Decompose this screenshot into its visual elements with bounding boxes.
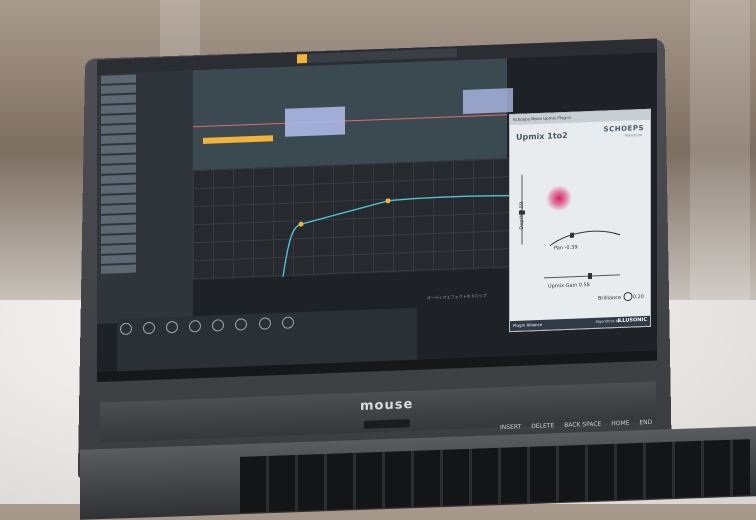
plugin-window[interactable]: Schoeps Mono Upmix Plug-in Upmix 1to2 SC…	[509, 108, 651, 333]
knob[interactable]	[189, 319, 202, 333]
brilliance-value: 0.20	[632, 293, 644, 301]
knob[interactable]	[143, 321, 156, 335]
key-label[interactable]: HOME	[611, 420, 629, 428]
pan-slider-thumb[interactable]	[570, 232, 574, 238]
gain-slider-thumb[interactable]	[588, 272, 592, 280]
background-pillar	[690, 0, 750, 320]
arrangement-view[interactable]	[193, 58, 513, 171]
knob[interactable]	[258, 317, 271, 330]
brilliance-text: Brilliance	[598, 294, 622, 302]
knob[interactable]	[281, 316, 294, 329]
footer-brand: ILLUSONIC	[617, 316, 647, 325]
laptop-screen: オーディオエフェクトをドロップ Schoeps Mono Upmix Plug-…	[97, 38, 657, 382]
daw-browser[interactable]	[97, 70, 193, 325]
knob[interactable]	[166, 320, 179, 334]
knob[interactable]	[212, 319, 225, 332]
knob[interactable]	[120, 322, 132, 336]
pan-label: Pan -0.39	[554, 244, 578, 252]
key-label[interactable]: BACK SPACE	[564, 421, 601, 429]
key-label[interactable]: INSERT	[500, 423, 521, 431]
depth-label: Depth 0.59	[518, 201, 525, 230]
eq-node[interactable]	[298, 221, 304, 227]
key-label[interactable]: END	[639, 419, 652, 426]
eq-node[interactable]	[385, 198, 391, 204]
knob[interactable]	[235, 318, 248, 331]
photo-scene: オーディオエフェクトをドロップ Schoeps Mono Upmix Plug-…	[0, 0, 756, 520]
footer-vendor: Plugin Alliance	[513, 321, 543, 329]
audio-clip[interactable]	[463, 88, 513, 114]
laptop-logo: mouse	[360, 396, 414, 415]
audio-clip[interactable]	[285, 106, 345, 137]
automation-line	[193, 114, 507, 128]
key-label[interactable]: DELETE	[531, 422, 554, 430]
drop-hint: オーディオエフェクトをドロップ	[427, 293, 487, 301]
midi-clip[interactable]	[203, 135, 273, 144]
